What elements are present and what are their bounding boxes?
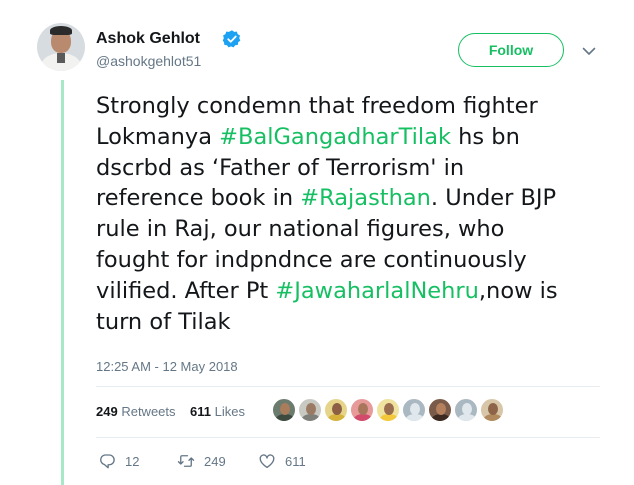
- tweet-text-segment: dscrbd as ‘Father of Terrorism' in: [96, 154, 465, 181]
- tweet-text-segment: Lokmanya: [96, 123, 220, 150]
- tweet-text-segment: fought for indpndnce are continuously: [96, 246, 527, 273]
- author-handle[interactable]: @ashokgehlot51: [96, 53, 201, 69]
- liker-avatar-9[interactable]: [480, 398, 504, 422]
- tweet-text-line: dscrbd as ‘Father of Terrorism' in: [96, 153, 616, 184]
- tweet-text-line: rule in Raj, our national figures, who: [96, 214, 616, 245]
- liker-avatar-6[interactable]: [402, 398, 426, 422]
- liker-avatar-5[interactable]: [376, 398, 400, 422]
- retweets-stat[interactable]: 249 Retweets: [96, 404, 176, 419]
- chevron-down-icon[interactable]: [580, 42, 598, 60]
- tweet-text-line: fought for indpndnce are continuously: [96, 245, 616, 276]
- tweet-text-segment: turn of Tilak: [96, 308, 231, 335]
- tweet-text-segment: rule in Raj, our national figures, who: [96, 216, 505, 243]
- liker-avatar-1[interactable]: [272, 398, 296, 422]
- liker-avatar-4[interactable]: [350, 398, 374, 422]
- divider: [96, 437, 600, 438]
- reply-icon: [100, 454, 115, 469]
- tweet-text-line: turn of Tilak: [96, 307, 616, 338]
- retweets-label: Retweets: [121, 404, 176, 419]
- tweet-timestamp[interactable]: 12:25 AM - 12 May 2018: [96, 359, 238, 374]
- retweet-count: 249: [204, 453, 226, 469]
- tweet-text-line: Lokmanya #BalGangadharTilak hs bn: [96, 122, 616, 153]
- hashtag-link[interactable]: #Rajasthan: [300, 185, 431, 211]
- tweet-text-segment: ,now is: [478, 277, 558, 304]
- divider: [96, 386, 600, 387]
- tweet-text-segment: hs bn: [451, 123, 520, 150]
- liker-avatar-3[interactable]: [324, 398, 348, 422]
- hashtag-link[interactable]: #BalGangadharTilak: [219, 124, 451, 150]
- author-name[interactable]: Ashok Gehlot: [96, 29, 200, 49]
- hashtag-link[interactable]: #JawaharlalNehru: [275, 278, 479, 304]
- retweets-count: 249: [96, 404, 118, 419]
- retweet-button[interactable]: 249: [177, 451, 226, 471]
- tweet-text: Strongly condemn that freedom fighter Lok…: [96, 91, 616, 337]
- liker-avatar-8[interactable]: [454, 398, 478, 422]
- tweet-text-segment: Strongly condemn that freedom fighter: [96, 93, 538, 119]
- author-avatar[interactable]: [37, 23, 85, 71]
- follow-button[interactable]: Follow: [458, 33, 564, 67]
- likes-stat[interactable]: 611 Likes: [190, 404, 245, 419]
- tweet-text-line: Strongly condemn that freedom fighter: [96, 91, 616, 122]
- verified-badge-icon: [222, 30, 241, 48]
- heart-icon: [259, 454, 275, 469]
- tweet-text-line: vilified. After Pt #JawaharlalNehru,now …: [96, 276, 616, 307]
- retweet-icon: [177, 455, 195, 467]
- tweet-text-line: reference book in #Rajasthan. Under BJP: [96, 183, 616, 214]
- like-count: 611: [285, 453, 306, 469]
- reply-button[interactable]: 12: [98, 451, 139, 471]
- like-button[interactable]: 611: [258, 451, 306, 471]
- reply-count: 12: [125, 453, 140, 469]
- tweet-text-segment: vilified. After Pt: [96, 277, 276, 304]
- thread-line: [61, 80, 64, 485]
- liker-avatar-2[interactable]: [298, 398, 322, 422]
- tweet-text-segment: reference book in: [96, 185, 301, 212]
- tweet-text-segment: . Under BJP: [430, 185, 557, 212]
- likes-count: 611: [190, 404, 211, 419]
- liker-avatar-7[interactable]: [428, 398, 452, 422]
- likes-label: Likes: [214, 404, 245, 419]
